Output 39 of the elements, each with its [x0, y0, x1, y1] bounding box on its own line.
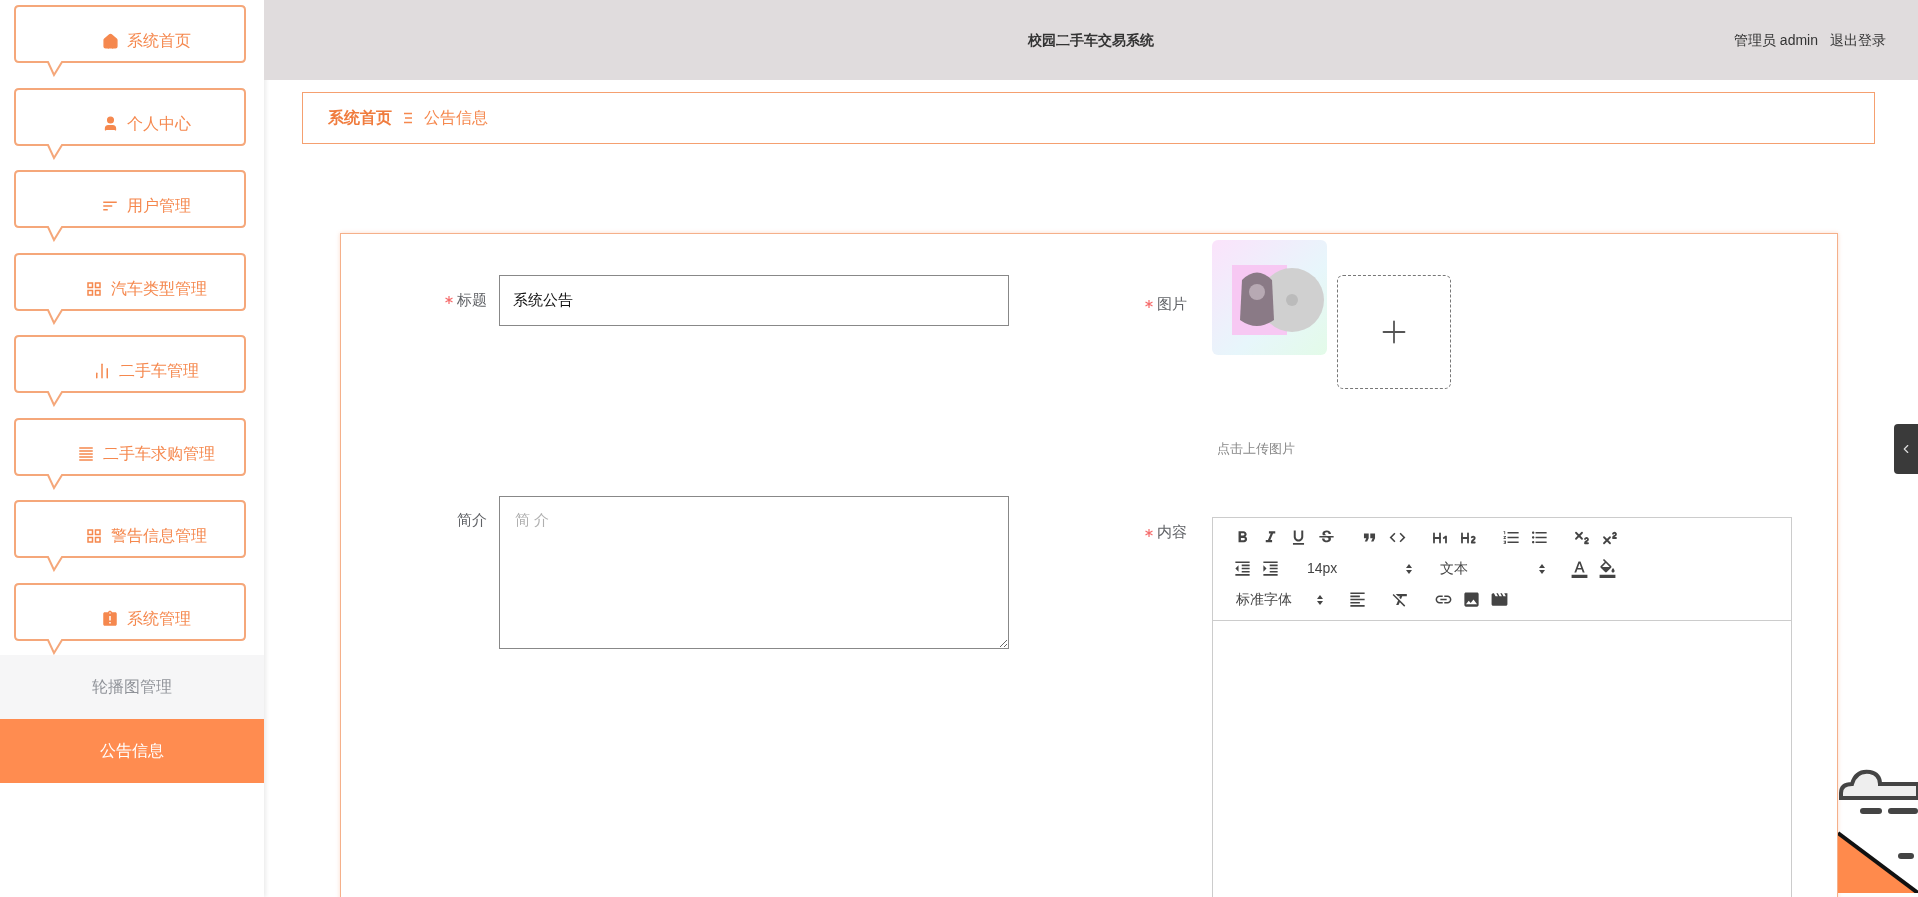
- sidebar-item[interactable]: 警告信息管理: [14, 500, 246, 572]
- grid-icon: [85, 527, 103, 545]
- separator-icon: [404, 112, 412, 124]
- sidebar-item[interactable]: 个人中心: [14, 87, 246, 160]
- logout-link[interactable]: 退出登录: [1830, 29, 1886, 51]
- grid-icon: [85, 279, 103, 298]
- font-size-select[interactable]: 14px: [1299, 556, 1417, 581]
- submenu-item[interactable]: 轮播图管理: [0, 654, 264, 719]
- field-label: 简介: [457, 509, 487, 530]
- breadcrumb-item: 公告信息: [424, 108, 488, 128]
- field-label: 标题: [457, 289, 487, 310]
- title-input[interactable]: 系统公告: [499, 275, 1009, 326]
- upload-hint: 点击上传图片: [1217, 440, 1296, 458]
- sort-arrows-icon: [1405, 562, 1413, 575]
- required-icon: [1145, 528, 1153, 537]
- breadcrumb-link[interactable]: 系统首页: [328, 106, 392, 130]
- required-icon: [445, 296, 453, 304]
- sidebar-item[interactable]: 汽车类型管理: [14, 252, 246, 325]
- home-icon: [101, 32, 119, 50]
- list-icon: [77, 444, 95, 463]
- field-label: 内容: [1157, 522, 1187, 543]
- sort-arrows-icon: [1316, 593, 1324, 606]
- sidebar-item[interactable]: 二手车求购管理: [14, 417, 246, 490]
- bar-chart-icon: [93, 362, 111, 380]
- sort-arrows-icon: [1538, 562, 1546, 575]
- summary-textarea[interactable]: 简 介: [499, 496, 1009, 649]
- sidebar-item[interactable]: 系统首页: [14, 5, 246, 77]
- sidebar-item[interactable]: 二手车管理: [14, 335, 246, 407]
- sidebar-item[interactable]: 系统管理: [14, 582, 246, 655]
- font-family-select[interactable]: 标准字体: [1228, 587, 1328, 612]
- sidebar-item[interactable]: 用户管理: [14, 170, 246, 242]
- site-title: 校园二手车交易系统: [1028, 30, 1154, 50]
- submenu-item[interactable]: 公告信息: [0, 718, 264, 783]
- required-icon: [1145, 300, 1153, 308]
- heading-select[interactable]: 文本: [1432, 556, 1550, 581]
- upload-button[interactable]: [1337, 275, 1451, 389]
- clipboard-icon: [101, 609, 119, 628]
- user-name: 管理员 admin: [1733, 30, 1818, 50]
- field-label: 图片: [1157, 293, 1187, 314]
